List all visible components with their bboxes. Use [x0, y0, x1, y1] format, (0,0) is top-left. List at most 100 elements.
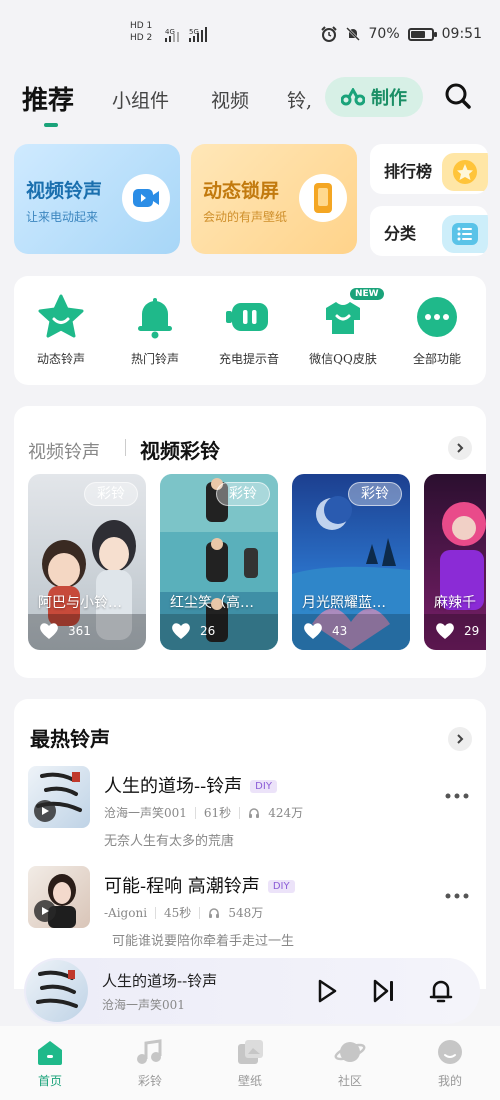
feature-hot-ringtone[interactable]: 热门铃声 — [114, 294, 196, 367]
tab-widgets[interactable]: 小组件 — [112, 86, 169, 113]
live-lockscreen-card[interactable]: 动态锁屏 会动的有声壁纸 — [191, 144, 357, 254]
divider — [125, 439, 126, 456]
status-bar: HD 1 HD 2 4G 5G 70% 09:51 — [0, 0, 500, 70]
video-card[interactable]: 麻辣千 29 — [424, 474, 486, 650]
video-card[interactable]: 彩铃 红尘笑（高… 26 — [160, 474, 278, 650]
phone-icon — [299, 174, 347, 222]
heart-icon — [436, 623, 454, 639]
star-icon — [442, 153, 488, 191]
nav-crbt[interactable]: 彩铃 — [120, 1038, 180, 1089]
feature-wechat-skin[interactable]: NEW 微信QQ皮肤 — [302, 288, 384, 367]
play-count: 424万 — [268, 806, 304, 820]
divider — [194, 806, 196, 819]
feature-label: 充电提示音 — [218, 352, 279, 366]
play-count: 548万 — [228, 906, 264, 920]
likes: 361 — [38, 621, 91, 641]
more-options-icon[interactable] — [444, 792, 470, 800]
list-icon — [442, 215, 488, 253]
more-dots-icon — [417, 297, 457, 337]
crbt-badge: 彩铃 — [348, 482, 402, 506]
video-more-button[interactable] — [448, 436, 472, 460]
tab-ringtone[interactable]: 铃, — [287, 86, 312, 113]
shirt-icon — [326, 302, 360, 334]
nav-label: 壁纸 — [237, 1074, 262, 1088]
divider — [239, 806, 241, 819]
alarm-icon — [320, 26, 337, 42]
video-card[interactable]: 彩铃 阿巴与小铃… 361 — [28, 474, 146, 650]
nav-label: 首页 — [37, 1074, 62, 1088]
lyric-snippet: 无奈人生有太多的荒唐 — [104, 834, 235, 849]
crbt-badge: 彩铃 — [84, 482, 138, 506]
nav-wallpaper[interactable]: 壁纸 — [220, 1038, 280, 1089]
make-button[interactable]: 制作 — [325, 77, 423, 117]
next-track-icon[interactable] — [372, 978, 396, 1004]
top-tabs: 推荐 小组件 视频 铃, 制作 — [0, 72, 500, 128]
heart-icon — [172, 623, 190, 639]
headphones-icon — [249, 807, 260, 818]
music-note-icon — [137, 1039, 162, 1064]
feature-dynamic-ringtone[interactable]: 动态铃声 — [20, 294, 102, 367]
video-ringtone-subtitle: 让来电动起来 — [26, 210, 99, 224]
tab-indicator — [44, 123, 58, 127]
hot-more-button[interactable] — [448, 727, 472, 751]
hd1-label: HD 1 — [130, 21, 153, 31]
feature-charging-sound[interactable]: 充电提示音 — [208, 294, 290, 367]
tab-recommend[interactable]: 推荐 — [22, 80, 74, 117]
nav-label: 我的 — [437, 1074, 462, 1088]
player-cover — [26, 960, 88, 1022]
song-meta: -Aigoni 45秒 548万 — [104, 904, 263, 921]
scissors-icon — [341, 88, 365, 106]
play-icon[interactable] — [34, 800, 56, 822]
status-right: 70% 09:51 — [320, 26, 482, 42]
clock: 09:51 — [441, 26, 482, 42]
feature-label: 动态铃声 — [36, 352, 85, 366]
crbt-badge: 彩铃 — [216, 482, 270, 506]
tab-video[interactable]: 视频 — [211, 86, 249, 113]
song-cover — [28, 866, 90, 928]
video-title: 红尘笑（高… — [170, 595, 254, 611]
nav-me[interactable]: 我的 — [420, 1038, 480, 1089]
video-ringtone-title: 视频铃声 — [26, 180, 103, 202]
song-cover — [28, 766, 90, 828]
feature-label: 全部功能 — [412, 352, 461, 366]
set-ringtone-bell-icon[interactable] — [428, 978, 454, 1004]
video-card[interactable]: 彩铃 月光照耀蓝… 43 — [292, 474, 410, 650]
video-ringtone-card[interactable]: 视频铃声 让来电动起来 — [14, 144, 180, 254]
song-title: 可能-程响 高潮铃声 — [104, 876, 260, 897]
category-card[interactable]: 分类 — [370, 206, 488, 256]
category-title: 分类 — [384, 224, 417, 243]
feature-label: 微信QQ皮肤 — [309, 352, 377, 366]
star-smile-icon — [38, 294, 84, 338]
hot-ringtones-section: 最热铃声 人生的道场--铃声 DIY 沧海一声笑001 61秒 424万 无奈人生… — [14, 699, 486, 989]
lyric-snippet: 可能谁说要陪你牵着手走过一生 — [112, 934, 295, 949]
nav-community[interactable]: 社区 — [320, 1038, 380, 1089]
feature-all[interactable]: 全部功能 — [396, 294, 478, 367]
diy-badge: DIY — [267, 880, 295, 893]
battery-fill — [410, 30, 425, 38]
feature-label: 热门铃声 — [130, 352, 179, 366]
song-name: 可能-程响 高潮铃声 DIY — [104, 872, 295, 898]
play-icon[interactable] — [316, 978, 338, 1004]
list-item[interactable]: 可能-程响 高潮铃声 DIY -Aigoni 45秒 548万 可能谁说要陪你牵着… — [28, 866, 478, 966]
nav-label: 社区 — [337, 1074, 362, 1088]
calligraphy-art — [36, 970, 78, 1008]
song-meta: 沧海一声笑001 61秒 424万 — [104, 804, 303, 821]
chevron-right-icon — [457, 443, 464, 453]
song-name: 人生的道场--铃声 DIY — [104, 772, 277, 798]
nav-home[interactable]: 首页 — [20, 1038, 80, 1089]
wallpaper-icon — [238, 1040, 263, 1064]
more-options-icon[interactable] — [444, 892, 470, 900]
hd2-label: HD 2 — [130, 33, 153, 43]
tab-video-ringtone[interactable]: 视频铃声 — [28, 438, 100, 464]
divider — [155, 906, 157, 919]
mini-player[interactable]: 人生的道场--铃声 沧海一声笑001 — [24, 958, 480, 1024]
divider — [199, 906, 201, 919]
battery-pause-icon — [226, 303, 268, 331]
player-song-title: 人生的道场--铃声 — [102, 972, 218, 990]
list-item[interactable]: 人生的道场--铃声 DIY 沧海一声笑001 61秒 424万 无奈人生有太多的荒… — [28, 766, 478, 866]
search-icon[interactable] — [444, 82, 472, 110]
play-icon[interactable] — [34, 900, 56, 922]
tab-video-crbt[interactable]: 视频彩铃 — [140, 435, 220, 464]
profile-icon — [438, 1040, 462, 1064]
rank-card[interactable]: 排行榜 — [370, 144, 488, 194]
